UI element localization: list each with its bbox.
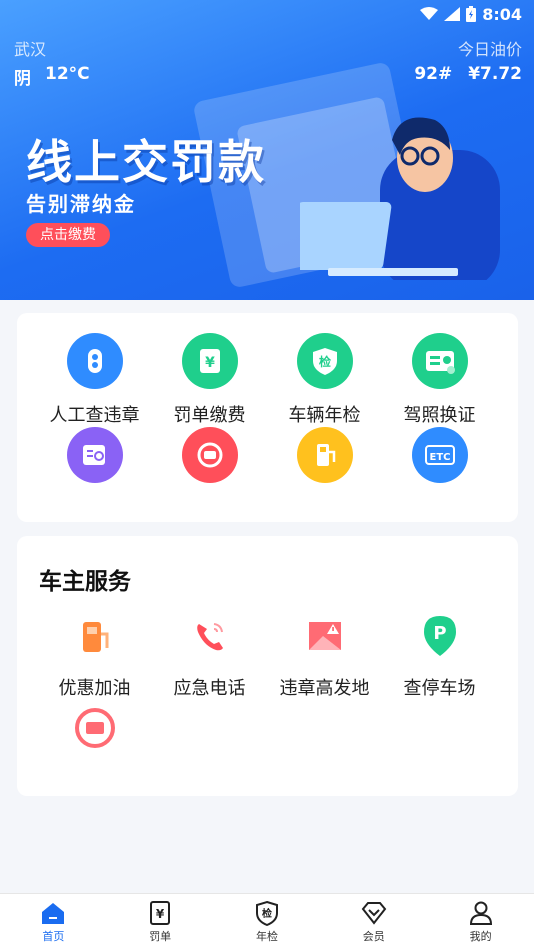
- svg-text:检: 检: [262, 907, 272, 920]
- svg-text:¥: ¥: [156, 907, 165, 921]
- fuel-pump-icon: [296, 427, 353, 483]
- quick-service-license-renewal[interactable]: 驾照换证: [382, 333, 497, 427]
- signal-icon: [444, 7, 461, 21]
- city-label[interactable]: 武汉: [14, 36, 46, 60]
- quick-service-card[interactable]: [152, 427, 267, 483]
- tab-profile[interactable]: 我的: [427, 894, 534, 950]
- phone-icon: [188, 614, 232, 658]
- magnifier-icon: [66, 333, 123, 389]
- quick-service-fuel[interactable]: [267, 427, 382, 483]
- quick-service-fine-payment[interactable]: ¥ 罚单缴费: [152, 333, 267, 427]
- report-search-icon: [66, 427, 123, 483]
- user-icon: [468, 900, 494, 926]
- status-bar: 8:04: [420, 4, 522, 24]
- quick-service-label: 驾照换证: [403, 405, 476, 426]
- tab-label: 罚单: [149, 930, 172, 943]
- owner-service-emergency-call[interactable]: 应急电话: [152, 614, 267, 700]
- card-circle-icon: [181, 427, 238, 483]
- pay-now-button[interactable]: 点击缴费: [26, 223, 110, 247]
- tab-membership[interactable]: 会员: [320, 894, 427, 950]
- oil-price-title[interactable]: 今日油价: [458, 36, 522, 60]
- owner-service-discount-fuel[interactable]: 优惠加油: [37, 614, 152, 700]
- home-icon: [40, 900, 66, 926]
- fuel-pump-icon: [73, 614, 117, 658]
- quick-service-report[interactable]: [37, 427, 152, 483]
- tab-home[interactable]: 首页: [0, 894, 107, 950]
- bottom-tab-bar: 首页 ¥ 罚单 检 年检 会员 我的: [0, 893, 534, 950]
- inspection-shield-icon: 检: [254, 900, 280, 926]
- quick-service-label: 人工查违章: [49, 405, 140, 426]
- diamond-icon: [361, 900, 387, 926]
- quick-services-card: 人工查违章 ¥ 罚单缴费 检 车辆年检 驾照换证 ETC: [17, 313, 518, 522]
- tab-label: 首页: [42, 930, 65, 943]
- owner-service-label: 违章高发地: [279, 678, 370, 699]
- quick-service-etc[interactable]: ETC: [382, 427, 497, 483]
- owner-service-label: 应急电话: [173, 678, 246, 699]
- svg-text:检: 检: [318, 354, 330, 369]
- yuan-bill-icon: ¥: [181, 333, 238, 389]
- warning-map-icon: [303, 614, 347, 658]
- weather-condition: 阴: [14, 69, 31, 89]
- tab-label: 我的: [469, 930, 492, 943]
- quick-service-annual-inspection[interactable]: 检 车辆年检: [267, 333, 382, 427]
- tab-label: 年检: [255, 930, 278, 943]
- license-card-icon: [411, 333, 468, 389]
- card-circle-icon: [73, 706, 117, 750]
- tab-fines[interactable]: ¥ 罚单: [107, 894, 214, 950]
- owner-service-parking-lookup[interactable]: P 查停车场: [382, 614, 497, 700]
- person-laptop-illustration: [300, 117, 500, 280]
- status-time: 8:04: [482, 4, 522, 24]
- banner-subtitle: 告别滞纳金: [26, 192, 136, 216]
- oil-price: ¥7.72: [468, 64, 522, 84]
- battery-icon: [466, 6, 477, 22]
- svg-text:P: P: [433, 623, 446, 644]
- yuan-bill-icon: ¥: [147, 900, 173, 926]
- banner-title: 线上交罚款: [26, 135, 266, 189]
- section-title: 车主服务: [39, 569, 131, 595]
- oil-price-info: 92# ¥7.72: [414, 64, 522, 84]
- hero-banner[interactable]: 8:04 武汉 阴 12°C 今日油价 92# ¥7.72 线上交罚款 告别滞纳…: [0, 0, 534, 300]
- owner-service-card[interactable]: [37, 706, 152, 750]
- quick-service-violation-query[interactable]: 人工查违章: [37, 333, 152, 427]
- inspection-shield-icon: 检: [296, 333, 353, 389]
- svg-text:¥: ¥: [205, 355, 215, 371]
- owner-services-card: 车主服务 优惠加油 应急电话 违章高发地 P 查停车场: [17, 536, 518, 796]
- weather-temperature: 12°C: [45, 64, 90, 84]
- owner-service-label: 查停车场: [403, 678, 476, 699]
- quick-service-label: 车辆年检: [288, 405, 361, 426]
- tab-inspection[interactable]: 检 年检: [214, 894, 321, 950]
- owner-service-violation-hotspot[interactable]: 违章高发地: [267, 614, 382, 700]
- weather-info: 阴 12°C: [14, 64, 90, 89]
- etc-icon: ETC: [411, 427, 468, 483]
- quick-service-label: 罚单缴费: [173, 405, 246, 426]
- wifi-icon: [420, 7, 439, 20]
- tab-label: 会员: [362, 930, 385, 943]
- owner-service-label: 优惠加油: [58, 678, 131, 699]
- parking-pin-icon: P: [418, 614, 462, 658]
- etc-icon-text: ETC: [429, 452, 450, 463]
- oil-grade: 92#: [414, 64, 453, 84]
